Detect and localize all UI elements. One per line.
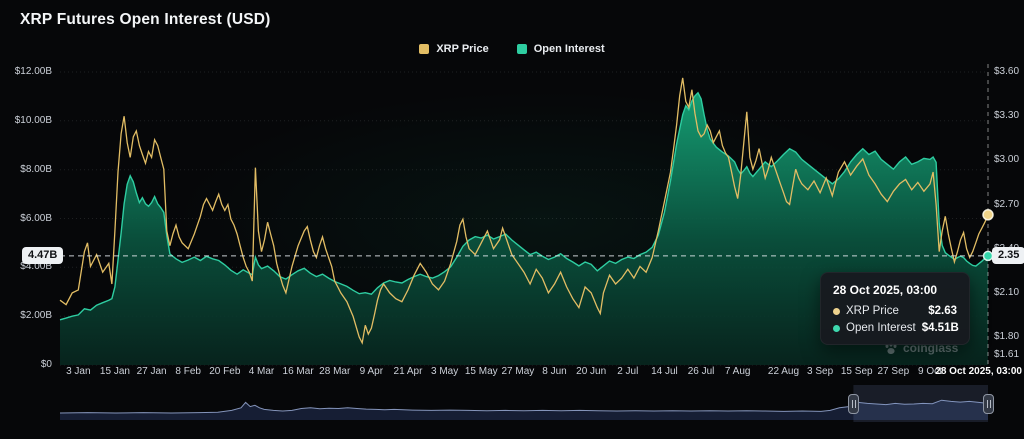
tooltip-label: Open Interest — [846, 322, 916, 334]
x-axis: 3 Jan15 Jan27 Jan8 Feb20 Feb4 Mar16 Mar2… — [0, 366, 1022, 380]
y-axis-left: $12.00B$10.00B$8.00B$6.00B$4.00B$2.00B$0 — [0, 0, 58, 380]
tooltip-value: $4.51B — [922, 322, 959, 334]
y-axis-label-right: $3.60 — [994, 66, 1019, 78]
y-axis-label-left: $8.00B — [0, 164, 52, 176]
y-axis-label-left: $10.00B — [0, 115, 52, 127]
navigator-handle-right[interactable] — [983, 394, 994, 414]
oi-value-badge: 4.47B — [22, 247, 63, 264]
y-axis-label-left: $12.00B — [0, 66, 52, 78]
y-axis-label-right: $1.61 — [994, 349, 1019, 361]
page-root: XRP Futures Open Interest (USD) XRP Pric… — [0, 0, 1024, 439]
y-axis-label-left: $2.00B — [0, 310, 52, 322]
tooltip-label: XRP Price — [846, 305, 922, 317]
tooltip-row-open-interest: Open Interest $4.51B — [833, 322, 957, 334]
tooltip-dot-open-interest — [833, 325, 840, 332]
tooltip: 28 Oct 2025, 03:00 XRP Price $2.63 Open … — [820, 272, 970, 345]
y-axis-label-right: $3.30 — [994, 110, 1019, 122]
tooltip-row-xrp-price: XRP Price $2.63 — [833, 305, 957, 317]
tooltip-dot-xrp-price — [833, 308, 840, 315]
tooltip-value: $2.63 — [928, 305, 957, 317]
y-axis-label-right: $1.80 — [994, 331, 1019, 343]
y-axis-label-right: $2.10 — [994, 287, 1019, 299]
y-axis-right: $3.60$3.30$3.00$2.70$2.40$2.10$1.80$1.61 — [994, 0, 1024, 380]
x-axis-crosshair-label: 28 Oct 2025, 03:00 — [935, 366, 1022, 378]
price-scale-badge: 2.35 — [992, 247, 1024, 264]
tooltip-timestamp: 28 Oct 2025, 03:00 — [833, 283, 957, 297]
y-axis-label-right: $3.00 — [994, 154, 1019, 166]
navigator-handle-left[interactable] — [848, 394, 859, 414]
y-axis-label-left: $6.00B — [0, 213, 52, 225]
y-axis-label-right: $2.70 — [994, 199, 1019, 211]
